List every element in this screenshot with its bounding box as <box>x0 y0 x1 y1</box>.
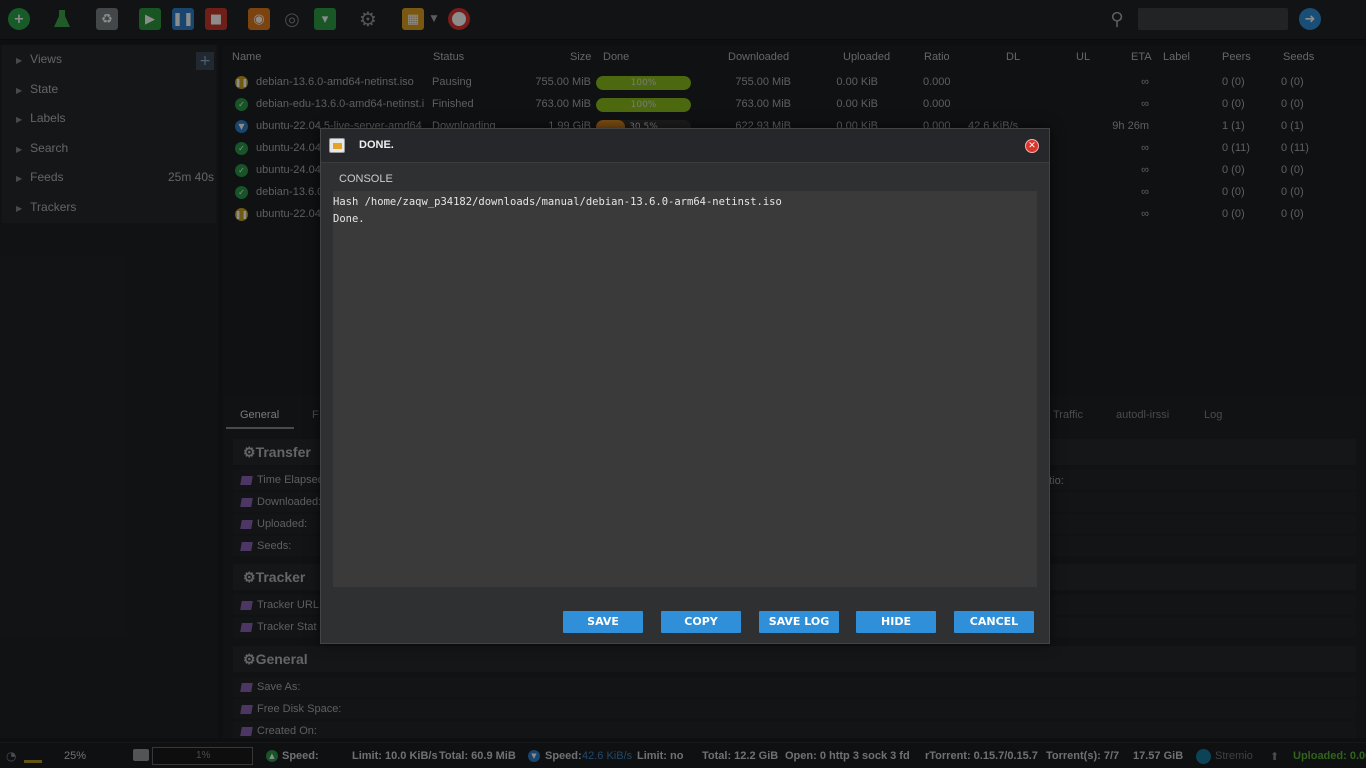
cancel-button[interactable]: CANCEL <box>954 611 1034 633</box>
hide-button[interactable]: HIDE <box>856 611 936 633</box>
console-line: Done. <box>333 213 365 225</box>
console-label: CONSOLE <box>339 173 393 185</box>
close-icon[interactable]: ✕ <box>1025 139 1039 153</box>
dialog-app-icon <box>329 138 345 153</box>
save-button[interactable]: SAVE <box>563 611 643 633</box>
dialog-title: DONE. <box>359 139 394 151</box>
console-output[interactable]: Hash /home/zaqw_p34182/downloads/manual/… <box>333 191 1037 587</box>
save-log-button[interactable]: SAVE LOG <box>759 611 839 633</box>
done-dialog: DONE. ✕ CONSOLE Hash /home/zaqw_p34182/d… <box>320 128 1050 644</box>
dialog-header[interactable]: DONE. ✕ <box>321 129 1049 163</box>
console-line: Hash /home/zaqw_p34182/downloads/manual/… <box>333 196 782 208</box>
copy-button[interactable]: COPY <box>661 611 741 633</box>
